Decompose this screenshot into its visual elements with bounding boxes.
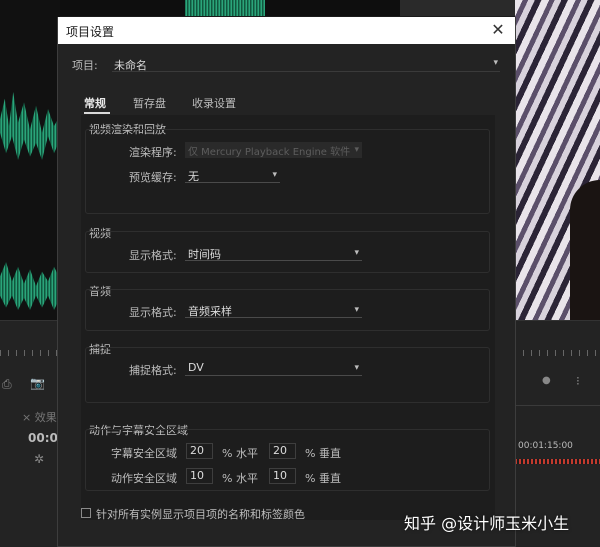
title-safe-horizontal-input[interactable]: 20 — [186, 443, 213, 459]
show-names-checkbox[interactable] — [81, 508, 91, 518]
audio-waveform-top — [185, 0, 265, 16]
chevron-down-icon: ▾ — [354, 145, 359, 155]
renderer-select: 仅 Mercury Playback Engine 软件 ▾ — [185, 142, 362, 158]
marker-icon[interactable]: ● — [542, 375, 551, 386]
preview-cache-value: 无 — [188, 170, 199, 183]
in-point-icon[interactable]: ⁝ — [576, 374, 580, 388]
action-safe-horizontal-unit: % 水平 — [222, 472, 258, 485]
general-tab-content: 视频渲染和回放 渲染程序: 仅 Mercury Playback Engine … — [81, 115, 495, 522]
action-safe-vertical-unit: % 垂直 — [305, 472, 341, 485]
export-frame-icon[interactable]: ⎙ — [2, 377, 12, 392]
effects-tab[interactable]: × 效果 — [22, 409, 57, 425]
close-icon[interactable]: ✕ — [489, 20, 507, 40]
timeline-ruler-right — [515, 350, 600, 356]
video-display-format-value: 时间码 — [188, 248, 221, 261]
action-safe-vertical-input[interactable]: 10 — [269, 468, 296, 484]
chevron-down-icon: ▾ — [354, 248, 359, 258]
show-names-checkbox-label[interactable]: 针对所有实例显示项目项的名称和标签颜色 — [96, 506, 305, 522]
dialog-title: 项目设置 — [66, 25, 115, 39]
active-tab-indicator — [84, 112, 110, 114]
preview-figure — [570, 180, 600, 320]
project-row: 项目: 未命名 ▾ — [72, 56, 502, 72]
preview-cache-select[interactable]: 无 ▾ — [185, 167, 280, 183]
title-safe-vertical-unit: % 垂直 — [305, 447, 341, 460]
timecode-left: 00:0 — [28, 431, 58, 445]
chevron-down-icon: ▾ — [354, 305, 359, 315]
camera-icon[interactable]: 📷 — [30, 376, 45, 390]
video-display-format-select[interactable]: 时间码 ▾ — [185, 245, 362, 261]
project-select[interactable]: 未命名 ▾ — [112, 56, 500, 72]
video-display-format-label: 显示格式: — [129, 249, 177, 262]
dialog-titlebar[interactable]: 项目设置 ✕ — [58, 17, 515, 44]
action-safe-label: 动作安全区域 — [111, 472, 177, 485]
preview-cache-label: 预览缓存: — [129, 171, 177, 184]
background-top-right — [400, 0, 520, 16]
renderer-value: 仅 Mercury Playback Engine 软件 — [188, 147, 351, 158]
chevron-down-icon: ▾ — [493, 58, 498, 68]
project-label: 项目: — [72, 59, 98, 72]
title-safe-horizontal-unit: % 水平 — [222, 447, 258, 460]
audio-display-format-select[interactable]: 音频采样 ▾ — [185, 302, 362, 318]
project-name: 未命名 — [114, 59, 147, 72]
watermark: 知乎 @设计师玉米小生 — [404, 514, 570, 533]
project-settings-dialog: 项目设置 ✕ 项目: 未命名 ▾ 常规 暂存盘 收录设置 视频渲染和回放 渲染程… — [57, 17, 516, 547]
capture-format-label: 捕捉格式: — [129, 364, 177, 377]
tab-scratch-disks[interactable]: 暂存盘 — [133, 95, 166, 111]
timeline-ruler — [0, 350, 60, 356]
renderer-label: 渲染程序: — [129, 146, 177, 159]
tab-ingest-settings[interactable]: 收录设置 — [192, 95, 236, 111]
chevron-down-icon: ▾ — [272, 170, 277, 180]
title-safe-vertical-input[interactable]: 20 — [269, 443, 296, 459]
chevron-down-icon: ▾ — [354, 363, 359, 373]
capture-format-value: DV — [188, 361, 204, 374]
action-safe-horizontal-input[interactable]: 10 — [186, 468, 213, 484]
settings-icon[interactable]: ✲ — [34, 452, 44, 466]
audio-display-format-label: 显示格式: — [129, 306, 177, 319]
timecode-right: 00:01:15:00 — [518, 441, 573, 451]
capture-format-select[interactable]: DV ▾ — [185, 360, 362, 376]
title-safe-label: 字幕安全区域 — [111, 447, 177, 460]
render-bar — [515, 459, 600, 464]
divider — [515, 405, 600, 406]
tab-general[interactable]: 常规 — [84, 95, 106, 111]
audio-display-format-value: 音频采样 — [188, 305, 232, 318]
